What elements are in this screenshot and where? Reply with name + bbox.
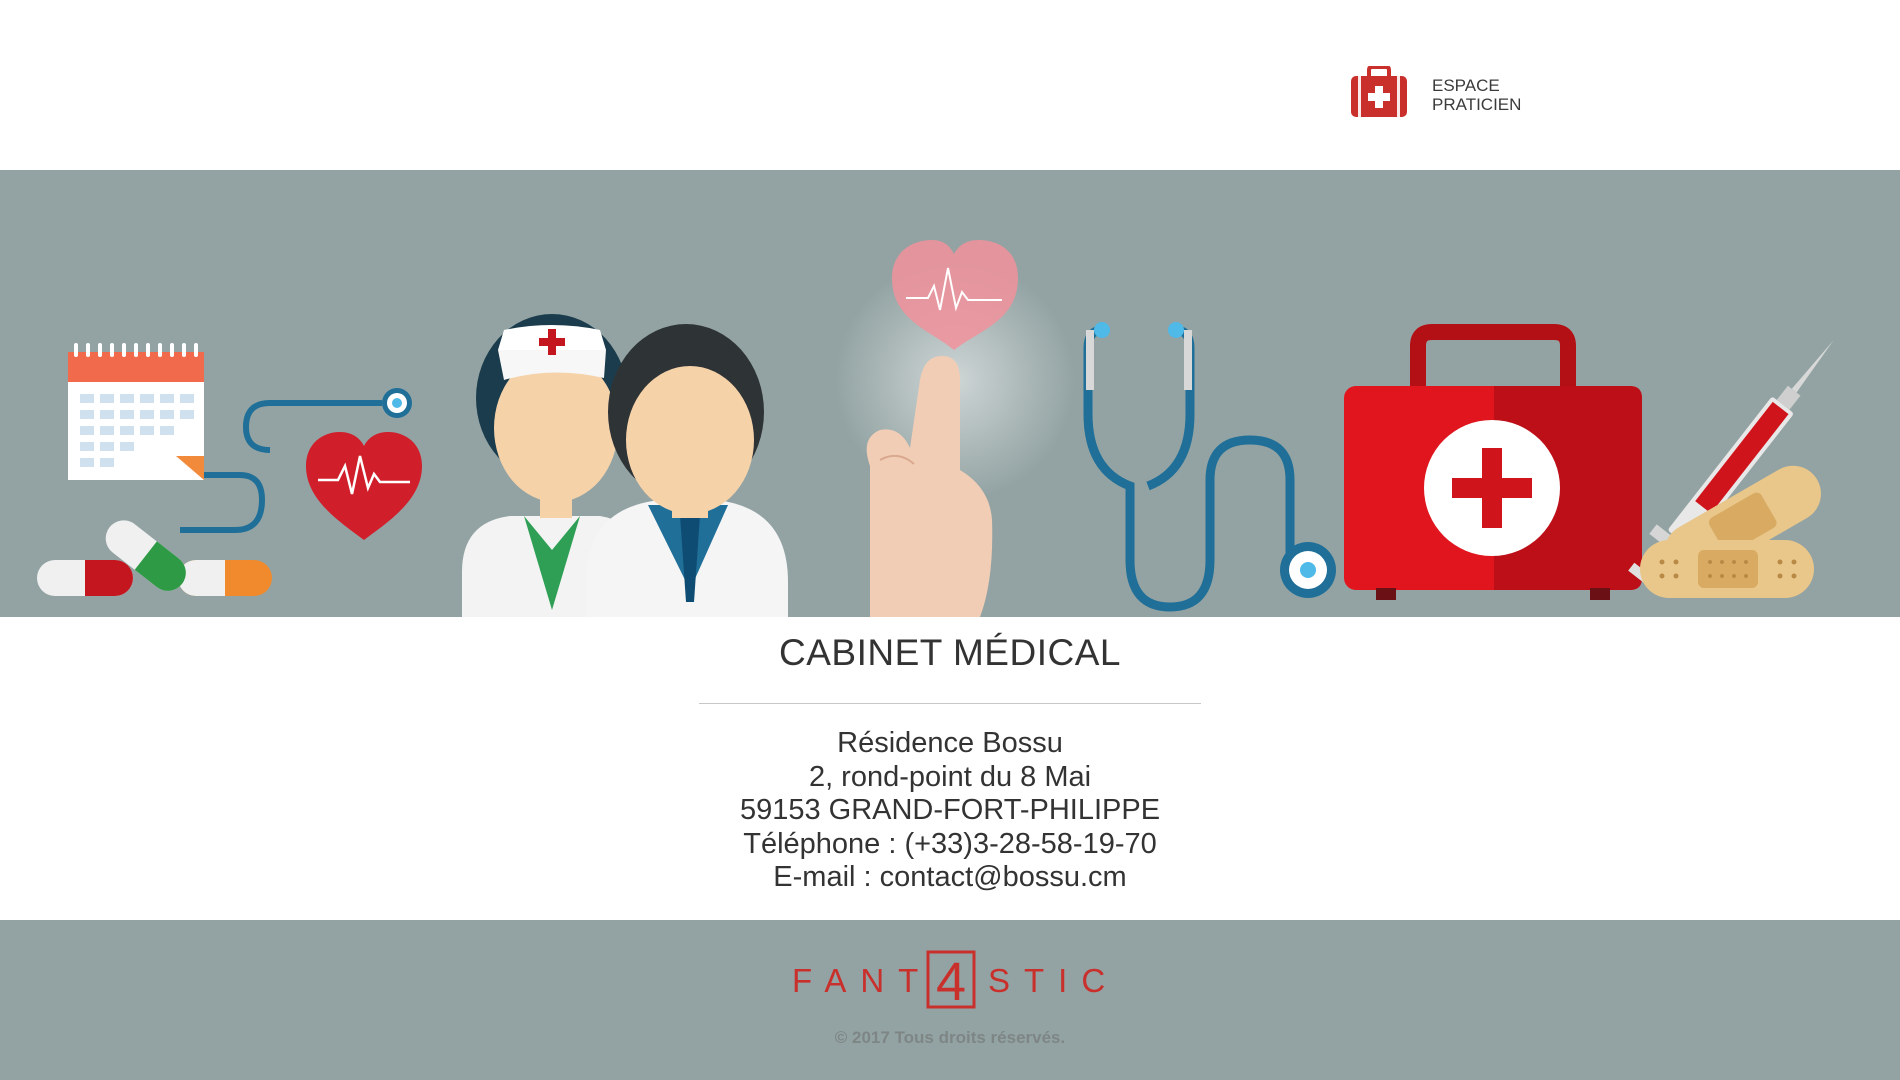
address-block: Résidence Bossu 2, rond-point du 8 Mai 5… — [0, 727, 1900, 895]
logo-text-right: STIC — [988, 962, 1108, 999]
logo-text-left: FANT — [792, 962, 932, 999]
address-city: 59153 GRAND-FORT-PHILIPPE — [739, 794, 1161, 826]
espace-line-2: PRATICIEN — [1432, 94, 1522, 114]
address-email[interactable]: E-mail : contact@bossu.cm — [0, 861, 1900, 895]
address-phone[interactable]: Téléphone : (+33)3-28-58-19-70 — [0, 828, 1900, 862]
pills-icon — [37, 520, 272, 596]
heart-monitor-icon — [180, 388, 422, 540]
first-aid-kit-icon — [1350, 65, 1408, 123]
heart-touch-icon — [835, 240, 1075, 617]
hero-banner — [0, 170, 1900, 617]
footer: FANT 4 STIC © 2017 Tous droits réservés. — [0, 920, 1900, 1080]
espace-praticien-label: ESPACE PRATICIEN — [1432, 76, 1521, 114]
espace-line-1: ESPACE — [1432, 75, 1500, 95]
header: ESPACE PRATICIEN — [0, 0, 1900, 170]
first-aid-kit-icon — [1344, 324, 1642, 600]
calendar-icon — [68, 343, 204, 480]
espace-praticien-link[interactable]: ESPACE PRATICIEN — [1350, 65, 1521, 123]
divider — [699, 703, 1201, 704]
address-street: 2, rond-point du 8 Mai — [808, 760, 1092, 793]
address-residence: Résidence Bossu — [837, 727, 1063, 759]
logo-digit: 4 — [936, 952, 966, 1012]
copyright: © 2017 Tous droits réservés. — [834, 1028, 1066, 1047]
stethoscope-icon — [1083, 322, 1336, 612]
fant4stic-logo: FANT 4 STIC — [792, 950, 1108, 1012]
page-title: CABINET MÉDICAL — [779, 632, 1121, 673]
